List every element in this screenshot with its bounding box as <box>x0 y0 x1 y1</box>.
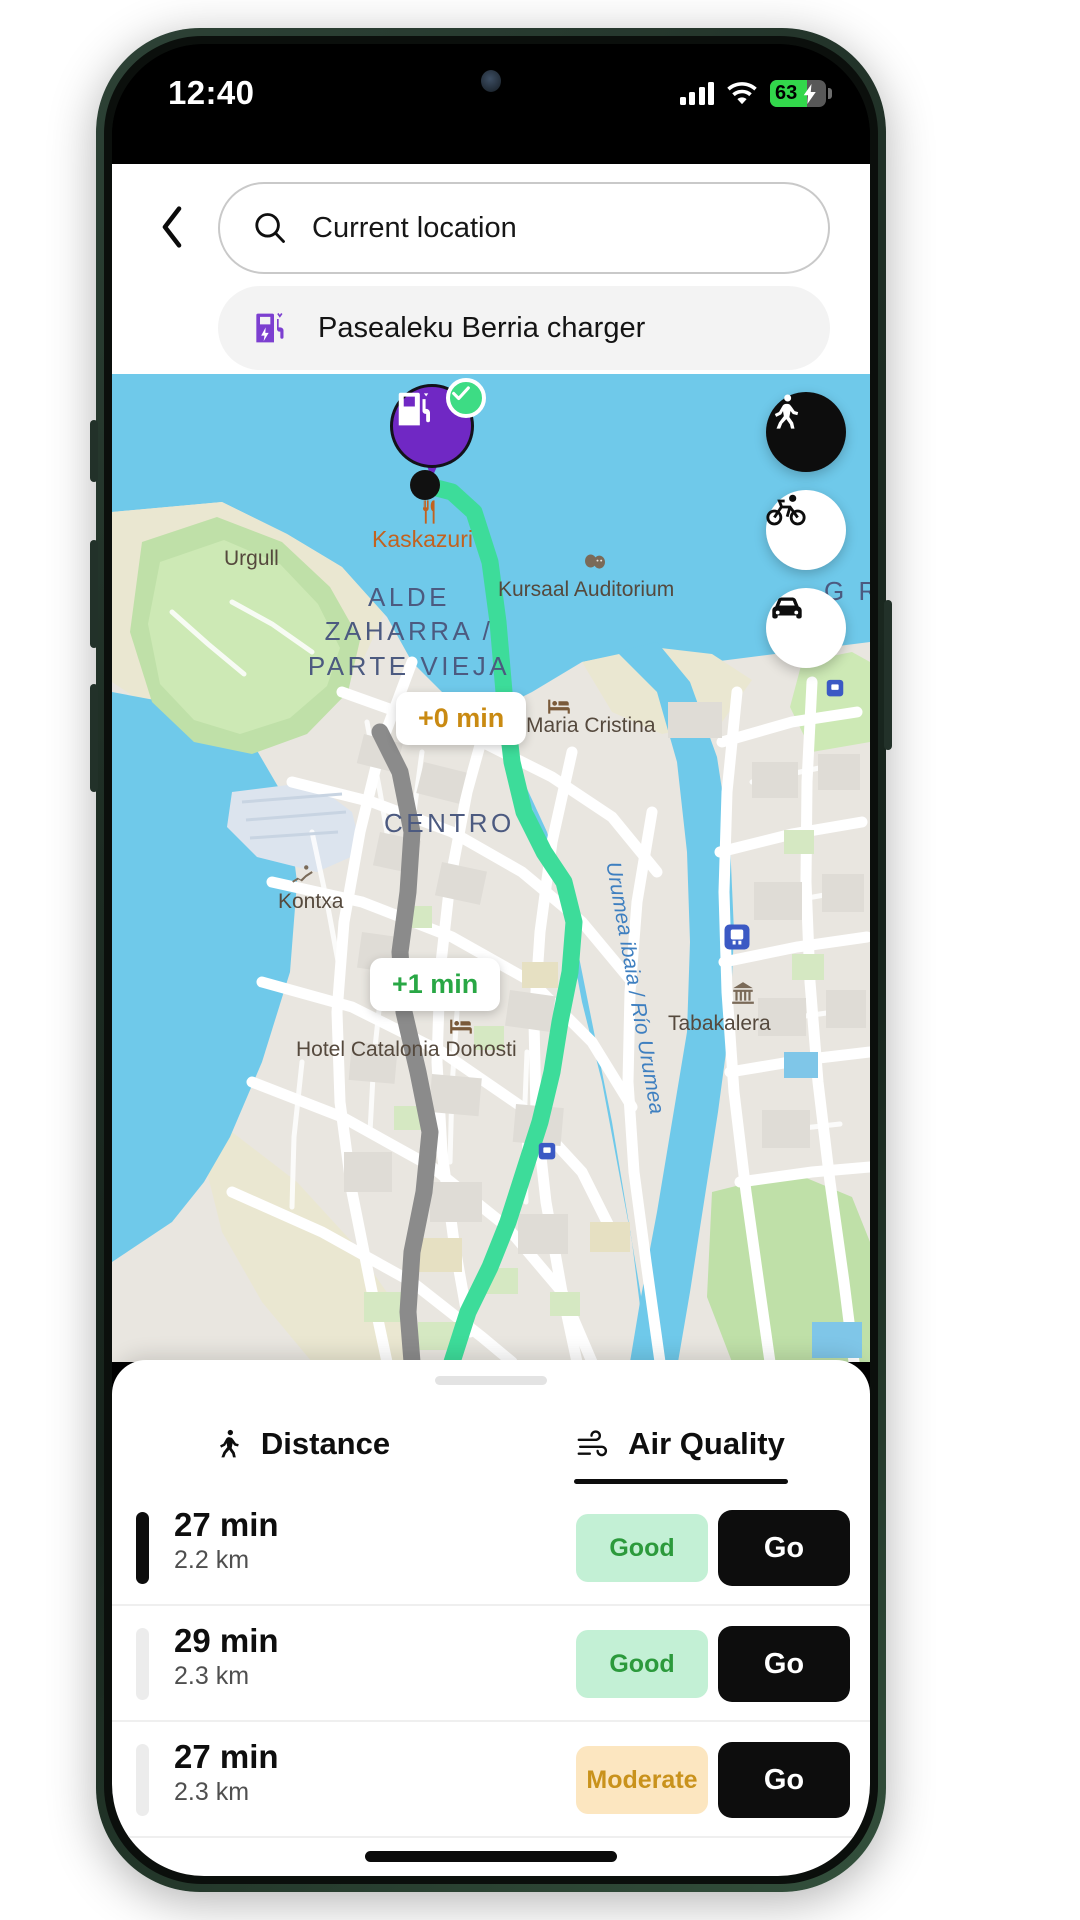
status-badge: Good <box>576 1514 708 1582</box>
battery-cap <box>828 88 832 99</box>
silent-switch[interactable] <box>90 420 98 482</box>
status-badge: Good <box>576 1630 708 1698</box>
route-info: 27 min 2.2 km <box>174 1506 279 1576</box>
tab-distance-label: Distance <box>260 1426 391 1461</box>
walking-person-icon <box>774 394 799 429</box>
status-indicators: 63 <box>679 80 832 107</box>
phone-screen: Urgull Kaskazuri ALDE ZAHARRA / PARTE VIEJ… <box>112 44 870 1876</box>
back-button[interactable] <box>146 198 198 256</box>
route-info: 29 min 2.3 km <box>174 1622 279 1692</box>
battery-charging-bolt-icon <box>803 84 816 104</box>
volume-down-button[interactable] <box>90 684 98 792</box>
route-duration: 29 min <box>174 1622 279 1659</box>
route-duration: 27 min <box>174 1506 279 1543</box>
mode-button-walk[interactable] <box>766 392 846 472</box>
sheet-grabber[interactable] <box>435 1376 547 1385</box>
origin-marker <box>410 470 440 500</box>
back-chevron-icon <box>162 206 182 248</box>
tab-active-underline <box>573 1479 788 1484</box>
route-selected-indicator <box>136 1512 149 1584</box>
route-info: 27 min 2.3 km <box>174 1738 279 1808</box>
front-camera-icon <box>481 70 501 92</box>
bicycle-icon <box>766 494 806 526</box>
sheet-tabs: Distance Air Quality <box>112 1402 870 1486</box>
status-bar: 12:40 63 <box>112 44 870 164</box>
go-button[interactable]: Go <box>718 1510 850 1586</box>
wifi-icon <box>727 81 757 104</box>
check-circle-icon <box>446 378 486 418</box>
battery-percent: 63 <box>775 82 798 104</box>
route-list: 27 min 2.2 km Good Go 29 min 2.3 km Good… <box>112 1490 870 1838</box>
go-button[interactable]: Go <box>718 1742 850 1818</box>
screenshot-root: Urgull Kaskazuri ALDE ZAHARRA / PARTE VIEJ… <box>0 0 1080 1920</box>
destination-label: Pasealeku Berria charger <box>318 311 646 344</box>
notch <box>360 44 622 122</box>
route-distance: 2.3 km <box>174 1777 250 1806</box>
map-canvas[interactable]: Urgull Kaskazuri ALDE ZAHARRA / PARTE VIEJ… <box>112 362 870 1362</box>
route-selected-indicator <box>136 1744 149 1816</box>
car-icon <box>772 597 802 619</box>
search-input[interactable]: Current location <box>218 182 830 274</box>
search-input-value: Current location <box>312 211 517 244</box>
route-chip-0[interactable]: +0 min <box>396 692 527 745</box>
table-row[interactable]: 27 min 2.3 km Moderate Go <box>112 1722 870 1838</box>
status-time: 12:40 <box>168 74 255 111</box>
route-chip-1[interactable]: +1 min <box>370 958 501 1011</box>
power-button[interactable] <box>884 600 892 750</box>
search-icon <box>255 213 285 243</box>
mode-button-bike[interactable] <box>766 490 846 570</box>
destination-chip[interactable]: Pasealeku Berria charger <box>218 286 830 370</box>
tab-distance[interactable]: Distance <box>112 1402 491 1486</box>
go-button[interactable]: Go <box>718 1626 850 1702</box>
home-indicator[interactable] <box>365 1851 617 1862</box>
table-row[interactable]: 27 min 2.2 km Good Go <box>112 1490 870 1606</box>
route-selected-indicator <box>136 1628 149 1700</box>
status-badge: Moderate <box>576 1746 708 1814</box>
wind-icon <box>577 1430 608 1457</box>
battery-icon: 63 <box>770 80 832 107</box>
volume-up-button[interactable] <box>90 540 98 648</box>
route-distance: 2.3 km <box>174 1661 250 1690</box>
table-row[interactable]: 29 min 2.3 km Good Go <box>112 1606 870 1722</box>
tab-air-quality[interactable]: Air Quality <box>491 1402 870 1486</box>
mode-button-car[interactable] <box>766 588 846 668</box>
ev-charger-icon <box>256 313 284 343</box>
search-header: Current location Pasealeku Berria charge… <box>112 162 870 374</box>
map-graphics <box>112 362 870 1362</box>
tab-air-quality-label: Air Quality <box>628 1426 785 1461</box>
walking-person-icon <box>219 1429 239 1458</box>
route-duration: 27 min <box>174 1738 279 1775</box>
routes-bottom-sheet: Distance Air Quality 27 min 2.2 km Good … <box>112 1360 870 1876</box>
cellular-signal-icon <box>679 82 714 105</box>
route-distance: 2.2 km <box>174 1545 250 1574</box>
